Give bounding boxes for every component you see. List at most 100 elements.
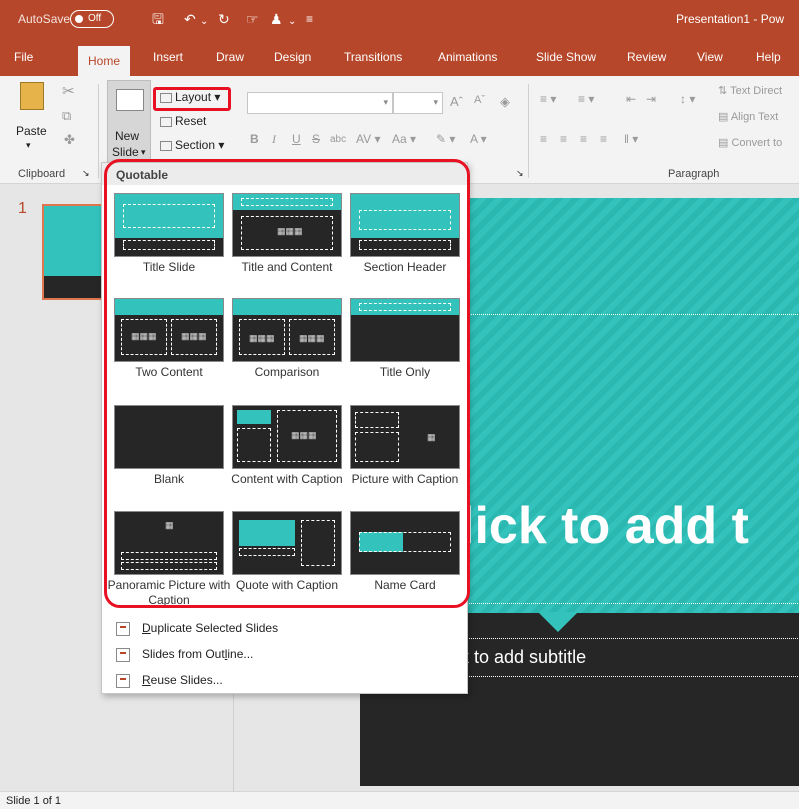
reuse-slides-item[interactable]: Reuse Slides... xyxy=(116,673,223,688)
tab-help[interactable]: Help xyxy=(756,50,781,64)
copy-icon[interactable]: ⧉ xyxy=(62,108,71,124)
layout-label: Title and Content xyxy=(241,260,333,274)
text-direction-button[interactable]: ⇅ Text Direct xyxy=(718,84,782,97)
slide-count-status: Slide 1 of 1 xyxy=(6,795,62,807)
layout-comparison[interactable]: ▦▦▦ ▦▦▦ Comparison xyxy=(232,298,342,400)
tab-slide-show[interactable]: Slide Show xyxy=(536,50,596,64)
bold-icon[interactable]: B xyxy=(250,132,259,146)
layout-label: Title Slide xyxy=(142,260,196,274)
tab-review[interactable]: Review xyxy=(627,50,666,64)
undo-dropdown-icon[interactable]: ⌄ xyxy=(200,13,208,31)
new-slide-label2: Slide xyxy=(112,145,139,159)
autosave-label: AutoSave xyxy=(18,12,71,26)
layout-blank[interactable]: Blank xyxy=(114,405,224,507)
tab-view[interactable]: View xyxy=(697,50,723,64)
redo-icon[interactable]: ↻ xyxy=(218,10,230,28)
layout-quote-with-caption[interactable]: Quote with Caption xyxy=(232,511,342,613)
convert-smartart-button[interactable]: ▤ Convert to xyxy=(718,136,782,149)
duplicate-slides-icon xyxy=(116,621,130,636)
tab-home[interactable]: Home xyxy=(78,46,131,76)
columns-icon[interactable]: ‖ ▾ xyxy=(624,132,638,146)
duplicate-selected-slides-item[interactable]: Duplicate Selected Slides xyxy=(116,621,278,636)
menu-label: euse Slides... xyxy=(150,673,223,687)
menu-label: uplicate Selected Slides xyxy=(150,621,279,635)
change-case-button[interactable]: Aa ▾ xyxy=(392,132,416,146)
underline-icon[interactable]: U xyxy=(292,132,301,146)
reset-icon xyxy=(160,116,172,127)
layout-name-card[interactable]: Name Card xyxy=(350,511,460,613)
paste-dropdown-icon[interactable]: ▾ xyxy=(26,140,31,151)
layout-title-only[interactable]: Title Only xyxy=(350,298,460,400)
align-right-icon[interactable]: ≡ xyxy=(580,132,587,146)
new-slide-icon xyxy=(116,89,144,111)
font-color-icon[interactable]: A ▾ xyxy=(470,132,487,146)
slides-from-outline-item[interactable]: Slides from Outline... xyxy=(116,647,253,662)
strikethrough-icon[interactable]: S xyxy=(312,132,320,146)
customize-qat-icon[interactable]: ≡ xyxy=(306,10,313,28)
layout-picture-with-caption[interactable]: ▦ Picture with Caption xyxy=(350,405,460,507)
character-spacing-icon[interactable]: AV ▾ xyxy=(356,132,380,146)
reset-label: Reset xyxy=(175,114,207,128)
autosave-toggle[interactable]: Off xyxy=(70,10,114,28)
line-spacing-icon[interactable]: ↕ ▾ xyxy=(680,92,695,106)
justify-icon[interactable]: ≡ xyxy=(600,132,607,146)
layout-label: Quote with Caption xyxy=(235,578,339,592)
layout-title-and-content[interactable]: ▦▦▦ Title and Content xyxy=(232,193,342,295)
align-left-icon[interactable]: ≡ xyxy=(540,132,547,146)
font-name-input[interactable]: ▾ xyxy=(247,92,393,114)
layout-thumbnail: ▦▦▦ xyxy=(232,405,342,469)
layout-label: Content with Caption xyxy=(231,472,343,486)
increase-indent-icon[interactable]: ⇥ xyxy=(646,92,656,106)
subtitle-placeholder[interactable]: k to add subtitle xyxy=(460,647,586,668)
italic-icon[interactable]: I xyxy=(272,132,276,147)
align-center-icon[interactable]: ≡ xyxy=(560,132,567,146)
slide-thumbnail[interactable] xyxy=(42,204,108,300)
bullets-icon[interactable]: ≡ ▾ xyxy=(540,92,556,106)
ribbon-separator xyxy=(528,84,529,178)
new-slide-button[interactable]: New Slide ▾ xyxy=(107,80,151,164)
undo-icon[interactable]: ↶ xyxy=(184,10,196,28)
layout-thumbnail xyxy=(350,298,460,362)
decrease-indent-icon[interactable]: ⇤ xyxy=(626,92,636,106)
highlight-icon[interactable]: ✎ ▾ xyxy=(436,132,455,146)
tab-insert[interactable]: Insert xyxy=(153,50,183,64)
thumbnail-dark-area xyxy=(44,276,106,298)
layout-label: Two Content xyxy=(135,365,203,379)
layout-panoramic-picture-with-caption[interactable]: ▦ Panoramic Picture with Caption xyxy=(108,511,230,613)
user-dropdown-icon[interactable]: ⌄ xyxy=(288,13,296,31)
title-placeholder-border xyxy=(440,603,799,604)
paste-button[interactable]: Paste xyxy=(16,124,47,138)
layout-two-content[interactable]: ▦▦▦ ▦▦▦ Two Content xyxy=(114,298,224,400)
save-icon[interactable]: 🖫 xyxy=(152,10,164,28)
layout-thumbnail xyxy=(232,511,342,575)
toggle-knob xyxy=(75,15,83,23)
clipboard-launcher-icon[interactable]: ↘ xyxy=(82,168,90,179)
clear-formatting-icon[interactable]: ◈ xyxy=(500,94,510,110)
touch-mode-icon[interactable]: ☞ xyxy=(246,10,259,28)
cut-icon[interactable]: ✂ xyxy=(62,82,75,100)
layout-highlight-box xyxy=(153,87,231,111)
shrink-font-icon[interactable]: Aˇ xyxy=(474,94,485,106)
numbering-icon[interactable]: ≡ ▾ xyxy=(578,92,594,106)
tab-draw[interactable]: Draw xyxy=(216,50,244,64)
paste-icon[interactable] xyxy=(20,82,44,110)
layout-content-with-caption[interactable]: ▦▦▦ Content with Caption xyxy=(231,405,343,507)
layout-title-slide[interactable]: Title Slide xyxy=(114,193,224,295)
tab-file[interactable]: File xyxy=(14,50,33,64)
user-icon[interactable]: ♟ xyxy=(270,10,283,28)
paragraph-group-label: Paragraph xyxy=(668,168,720,180)
format-painter-icon[interactable]: ✤ xyxy=(64,132,75,148)
grow-font-icon[interactable]: Aˆ xyxy=(450,94,463,109)
reset-button[interactable]: Reset xyxy=(160,114,206,128)
title-placeholder[interactable]: lick to add t xyxy=(460,496,749,556)
font-launcher-icon[interactable]: ↘ xyxy=(516,168,524,179)
section-button[interactable]: Section ▾ xyxy=(160,138,224,152)
layout-section-header[interactable]: Section Header xyxy=(350,193,460,295)
font-size-input[interactable]: ▾ xyxy=(393,92,443,114)
ribbon-separator xyxy=(98,84,99,178)
tab-animations[interactable]: Animations xyxy=(438,50,497,64)
text-shadow-icon[interactable]: abc xyxy=(330,134,346,145)
tab-design[interactable]: Design xyxy=(274,50,311,64)
tab-transitions[interactable]: Transitions xyxy=(344,50,402,64)
align-text-button[interactable]: ▤ Align Text xyxy=(718,110,778,123)
